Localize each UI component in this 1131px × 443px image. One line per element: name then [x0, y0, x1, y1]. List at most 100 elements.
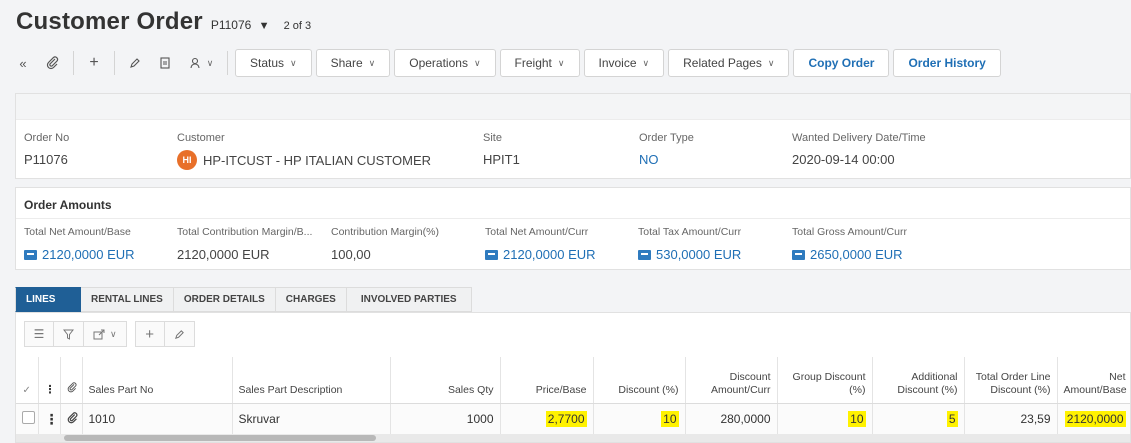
order-type-label: Order Type [639, 132, 694, 144]
document-icon[interactable] [152, 49, 178, 77]
page-title: Customer Order [16, 8, 203, 35]
order-no-field: Order No P11076 [24, 132, 69, 167]
cell-sales-part-no[interactable]: 1010 [82, 403, 233, 436]
cell-total-line-discount: 23,59 [964, 403, 1058, 436]
add-icon[interactable]: + [81, 49, 107, 77]
col-additional-discount[interactable]: Additional Discount (%) [872, 357, 965, 404]
amount-value: 2120,0000 EUR [177, 247, 270, 262]
amount-value-link[interactable]: 2120,0000 EUR [24, 247, 135, 262]
amount-label: Total Net Amount/Base [24, 226, 131, 238]
kebab-icon[interactable]: ⋮ [45, 411, 59, 427]
toolbar-separator [114, 51, 115, 75]
chevron-down-icon: ∨ [642, 57, 650, 68]
col-net-amount[interactable]: Net Amount/Base [1057, 357, 1130, 404]
amount-value-link[interactable]: 530,0000 EUR [638, 247, 741, 262]
order-type-value[interactable]: NO [639, 152, 694, 167]
order-amounts-card: Order Amounts Total Net Amount/Base 2120… [15, 187, 1131, 270]
chevron-down-icon: ∨ [290, 57, 297, 68]
select-all-header[interactable]: ✓ [16, 357, 39, 404]
share-button[interactable]: Share ∨ [315, 49, 391, 77]
order-history-button[interactable]: Order History [893, 49, 1001, 77]
col-group-discount[interactable]: Group Discount (%) [777, 357, 873, 404]
customer-label: Customer [177, 132, 225, 144]
row-checkbox[interactable] [22, 411, 35, 424]
amount-value-link[interactable]: 2120,0000 EUR [485, 247, 596, 262]
details-icon [792, 249, 805, 260]
cell-description: Skruvar [232, 403, 391, 436]
collapse-icon[interactable]: « [10, 49, 36, 77]
col-total-line-discount[interactable]: Total Order Line Discount (%) [964, 357, 1058, 404]
list-view-icon[interactable]: ☰ [24, 321, 54, 347]
additional-discount-value: 5 [946, 411, 958, 427]
amount-total-contribution-margin: Total Contribution Margin/B... 2120,0000… [177, 226, 312, 262]
col-discount-amount[interactable]: Discount Amount/Curr [685, 357, 778, 404]
col-sales-qty[interactable]: Sales Qty [390, 357, 501, 404]
col-description[interactable]: Sales Part Description [232, 357, 391, 404]
related-pages-button-label: Related Pages [683, 56, 762, 70]
edit-icon[interactable] [122, 49, 148, 77]
tab-order-details[interactable]: ORDER DETAILS [173, 287, 276, 312]
amount-value: 2120,0000 EUR [503, 247, 596, 262]
attachment-icon [67, 381, 76, 392]
cell-net-amount: 2120,0000 [1057, 403, 1130, 436]
record-paging: 2 of 3 [283, 20, 312, 32]
price-value: 2,7700 [545, 411, 587, 427]
horizontal-scrollbar[interactable] [16, 434, 1130, 442]
col-discount[interactable]: Discount (%) [593, 357, 686, 404]
cell-price-base: 2,7700 [500, 403, 594, 436]
table-row[interactable]: ⋮ 1010 Skruvar 1000 2,7700 10 280,0000 1… [16, 403, 1130, 436]
amount-value-link[interactable]: 2650,0000 EUR [792, 247, 907, 262]
grid-toolbar: ☰ ∨ + [24, 321, 195, 347]
tab-charges[interactable]: CHARGES [275, 287, 347, 312]
page-header: Customer Order P11076 ▼ 2 of 3 [16, 8, 311, 36]
status-button-label: Status [250, 56, 285, 70]
user-settings-icon[interactable]: ∨ [182, 49, 220, 77]
customer-value-row[interactable]: HI HP-ITCUST - HP ITALIAN CUSTOMER [177, 150, 431, 170]
amount-contribution-margin-pct: Contribution Margin(%) 100,00 [331, 226, 439, 262]
toolbar-separator [73, 51, 74, 75]
cell-group-discount: 10 [777, 403, 873, 436]
site-label: Site [483, 132, 502, 144]
wanted-delivery-value: 2020-09-14 00:00 [792, 152, 895, 167]
amount-total-net-curr: Total Net Amount/Curr 2120,0000 EUR [485, 226, 596, 262]
attachment-icon[interactable] [40, 49, 66, 77]
caret-down-icon[interactable]: ▼ [259, 20, 270, 32]
tab-involved-parties[interactable]: INVOLVED PARTIES [346, 287, 472, 312]
amount-total-net-base: Total Net Amount/Base 2120,0000 EUR [24, 226, 135, 262]
record-selector[interactable]: P11076 ▼ [211, 18, 270, 32]
freight-button[interactable]: Freight ∨ [499, 49, 580, 77]
order-amounts-title: Order Amounts [24, 198, 112, 212]
filter-icon[interactable] [54, 321, 84, 347]
order-info-card: Order No P11076 Customer HI HP-ITCUST - … [15, 93, 1131, 179]
tab-rental-lines[interactable]: RENTAL LINES [81, 287, 174, 312]
divider [16, 218, 1130, 219]
add-row-icon[interactable]: + [134, 321, 165, 347]
amount-value: 100,00 [331, 247, 371, 262]
operations-button[interactable]: Operations ∨ [394, 49, 496, 77]
edit-row-icon[interactable] [164, 321, 195, 347]
tab-lines[interactable]: LINES [15, 287, 81, 312]
scrollbar-thumb[interactable] [64, 435, 376, 441]
tab-bar: LINES RENTAL LINES ORDER DETAILS CHARGES… [15, 287, 472, 312]
chevron-down-icon: ∨ [206, 57, 214, 68]
grid-header-row: ✓ ⋮ Sales Part No Sales Part Description… [16, 357, 1130, 404]
attachment-header [60, 357, 83, 404]
site-value: HPIT1 [483, 152, 520, 167]
attachment-icon[interactable] [67, 411, 79, 424]
copy-order-button[interactable]: Copy Order [793, 49, 890, 77]
status-button[interactable]: Status ∨ [235, 49, 312, 77]
amount-value: 530,0000 EUR [656, 247, 742, 262]
export-icon[interactable]: ∨ [84, 321, 127, 347]
col-price-base[interactable]: Price/Base [500, 357, 594, 404]
related-pages-button[interactable]: Related Pages ∨ [668, 49, 790, 77]
col-sales-part-no[interactable]: Sales Part No [82, 357, 233, 404]
details-icon [638, 249, 651, 260]
invoice-button[interactable]: Invoice ∨ [583, 49, 665, 77]
amount-label: Total Contribution Margin/B... [177, 226, 313, 238]
order-id-label: P11076 [210, 18, 252, 32]
row-menu-header: ⋮ [38, 357, 61, 404]
cell-additional-discount: 5 [872, 403, 965, 436]
details-icon [24, 249, 37, 260]
order-no-value: P11076 [24, 152, 68, 167]
order-no-label: Order No [24, 132, 70, 144]
